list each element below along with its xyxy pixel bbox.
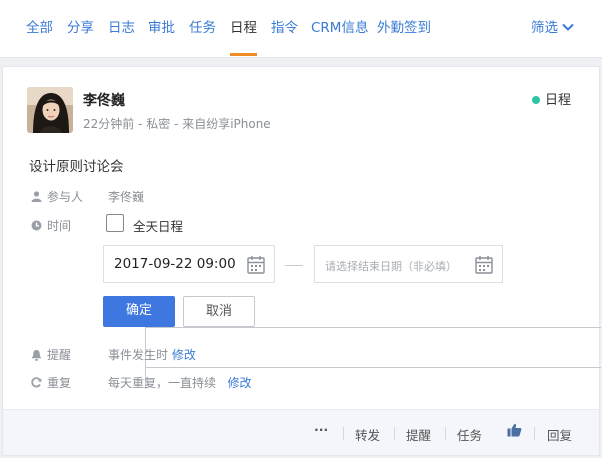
person-icon: [31, 191, 42, 202]
reply-button[interactable]: 回复: [547, 425, 572, 444]
post-type-badge: 日程: [531, 89, 571, 108]
tab-task[interactable]: 任务: [189, 0, 216, 54]
clock-icon: [31, 220, 42, 231]
thumbs-up-icon: [507, 423, 522, 437]
participants-label: 参与人: [31, 188, 83, 205]
divider: [343, 427, 344, 440]
divider: [445, 427, 446, 440]
forward-button[interactable]: 转发: [355, 425, 380, 444]
post-type-label: 日程: [544, 93, 571, 108]
tab-schedule[interactable]: 日程: [230, 0, 257, 56]
author-name[interactable]: 李佟巍: [83, 90, 125, 110]
confirm-button[interactable]: 确定: [103, 296, 175, 327]
annotation-line: [145, 367, 601, 368]
avatar[interactable]: [27, 87, 73, 133]
tab-instruction[interactable]: 指令: [271, 0, 298, 54]
repeat-edit-link[interactable]: 修改: [227, 376, 251, 390]
reminder-edit-link[interactable]: 修改: [172, 348, 196, 362]
divider: [534, 427, 535, 440]
date-range-separator: [285, 265, 303, 266]
task-button[interactable]: 任务: [457, 425, 482, 444]
tab-log[interactable]: 日志: [108, 0, 135, 54]
schedule-title: 设计原则讨论会: [29, 159, 124, 175]
repeat-icon: [31, 377, 42, 388]
cancel-button[interactable]: 取消: [183, 296, 255, 327]
feed-tab-bar: 全部 分享 日志 审批 任务 日程 指令 CRM信息 外勤签到 筛选: [0, 0, 602, 58]
filter-label: 筛选: [531, 20, 558, 36]
end-date-input[interactable]: 请选择结束日期（非必填）: [314, 245, 503, 283]
chevron-down-icon: [562, 23, 574, 31]
tab-crm-info[interactable]: CRM信息: [311, 0, 368, 54]
start-datetime-value: 2017-09-22 09:00: [114, 256, 236, 272]
tab-approval[interactable]: 审批: [148, 0, 175, 54]
schedule-post-card: 李佟巍 22分钟前 - 私密 - 来自纷享iPhone 日程 设计原则讨论会 参…: [2, 66, 601, 456]
remind-button[interactable]: 提醒: [406, 425, 431, 444]
repeat-value: 每天重复，一直持续 修改: [108, 376, 252, 390]
tab-field-checkin[interactable]: 外勤签到: [377, 0, 431, 54]
status-dot-icon: [531, 95, 540, 104]
reminder-label: 提醒: [31, 346, 71, 363]
calendar-icon[interactable]: [247, 255, 265, 274]
participants-value: 李佟巍: [108, 190, 145, 204]
tab-share[interactable]: 分享: [67, 0, 94, 54]
post-action-bar: ··· 转发 提醒 任务 回复: [3, 409, 599, 455]
like-button[interactable]: [507, 423, 522, 440]
end-date-placeholder: 请选择结束日期（非必填）: [325, 260, 457, 273]
post-meta: 22分钟前 - 私密 - 来自纷享iPhone: [83, 117, 271, 131]
all-day-checkbox[interactable]: [106, 214, 124, 232]
divider: [394, 427, 395, 440]
start-datetime-input[interactable]: 2017-09-22 09:00: [103, 245, 275, 283]
all-day-label: 全天日程: [133, 219, 184, 234]
more-button[interactable]: ···: [314, 422, 328, 437]
filter-button[interactable]: 筛选: [531, 0, 574, 54]
time-label: 时间: [31, 217, 71, 234]
tab-all[interactable]: 全部: [26, 0, 53, 54]
repeat-label: 重复: [31, 374, 71, 391]
reminder-value: 事件发生时 修改: [108, 348, 196, 362]
calendar-icon[interactable]: [475, 255, 493, 274]
annotation-line: [145, 327, 601, 328]
bell-icon: [31, 349, 42, 361]
